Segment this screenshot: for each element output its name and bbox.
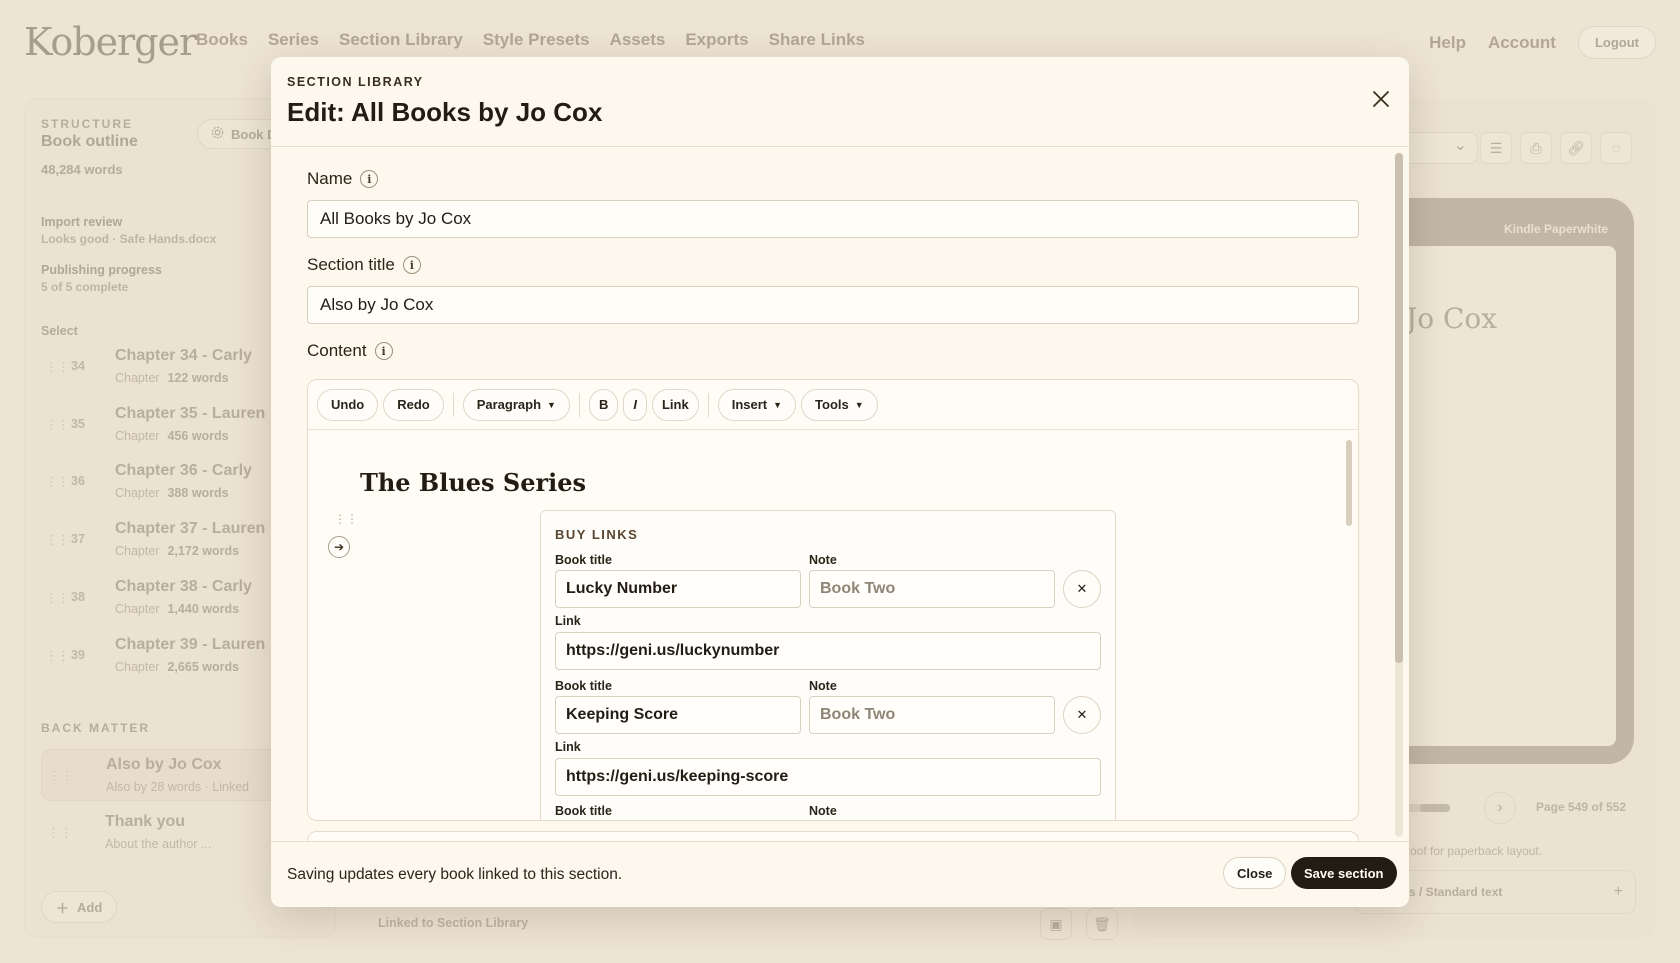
link-field[interactable] [555,758,1101,796]
name-field[interactable] [307,200,1359,238]
block-drag-handle-icon[interactable]: ⋮⋮ [334,512,358,526]
remove-entry-icon[interactable]: ✕ [1063,570,1101,608]
link-field[interactable] [555,632,1101,670]
info-icon[interactable]: i [360,170,379,188]
insert-dropdown[interactable]: Insert ▼ [717,388,797,421]
book-title-label: Book title [555,553,612,567]
toolbar-divider [578,392,580,417]
footer-message: Saving updates every book linked to this… [287,866,623,883]
info-icon[interactable]: i [402,256,421,274]
buy-links-heading: BUY LINKS [555,527,639,542]
info-icon[interactable]: i [374,342,393,360]
close-button[interactable]: Close [1223,857,1287,889]
modal-body: Namei Section titlei Contenti Undo Redo … [271,147,1409,841]
link-button[interactable]: Link [651,388,699,421]
link-label: Link [555,614,581,628]
undo-button[interactable]: Undo [317,388,379,421]
series-heading[interactable]: The Blues Series [360,468,586,497]
caret-down-icon: ▼ [854,399,864,410]
buy-links-block: BUY LINKS Book title Note ✕ Link Book ti… [540,510,1116,820]
edit-section-modal: SECTION LIBRARY Edit: All Books by Jo Co… [271,57,1409,907]
modal-kicker: SECTION LIBRARY [287,75,424,89]
note-field[interactable] [809,696,1055,734]
modal-scrollbar-thumb[interactable] [1395,153,1403,663]
section-title-field[interactable] [307,286,1359,324]
editor-toolbar: Undo Redo Paragraph ▼ B I Link Insert ▼ To… [308,380,1358,430]
toolbar-divider [707,392,709,417]
name-label: Name i [307,169,379,189]
section-title-label: Section title i [307,255,421,275]
rich-text-editor[interactable]: Undo Redo Paragraph ▼ B I Link Insert ▼ To… [307,379,1359,821]
modal-footer: Saving updates every book linked to this… [271,841,1409,907]
note-label: Note [809,679,837,693]
book-title-field[interactable] [555,696,801,734]
save-section-button[interactable]: Save section [1291,857,1397,889]
note-label: Note [809,804,837,818]
remove-entry-icon[interactable]: ✕ [1063,696,1101,734]
modal-header: SECTION LIBRARY Edit: All Books by Jo Co… [271,57,1409,147]
book-title-label: Book title [555,804,612,818]
book-title-label: Book title [555,679,612,693]
caret-down-icon: ▼ [773,399,783,410]
bold-button[interactable]: B [588,388,619,421]
content-label: Content i [307,341,393,361]
editor-scrollbar[interactable] [1346,440,1352,812]
redo-button[interactable]: Redo [383,388,444,421]
next-content-block [307,831,1359,841]
toolbar-divider [452,392,454,417]
paragraph-dropdown[interactable]: Paragraph ▼ [462,388,570,421]
italic-button[interactable]: I [623,388,647,421]
tools-dropdown[interactable]: Tools ▼ [801,388,878,421]
note-label: Note [809,553,837,567]
modal-title: Edit: All Books by Jo Cox [287,97,603,127]
close-icon[interactable] [1363,81,1399,117]
arrow-right-icon[interactable]: ➔ [328,536,350,558]
book-title-field[interactable] [555,570,801,608]
link-label: Link [555,740,581,754]
editor-scrollbar-thumb[interactable] [1346,440,1352,526]
modal-scrollbar[interactable] [1395,153,1403,837]
note-field[interactable] [809,570,1055,608]
caret-down-icon: ▼ [547,399,556,410]
